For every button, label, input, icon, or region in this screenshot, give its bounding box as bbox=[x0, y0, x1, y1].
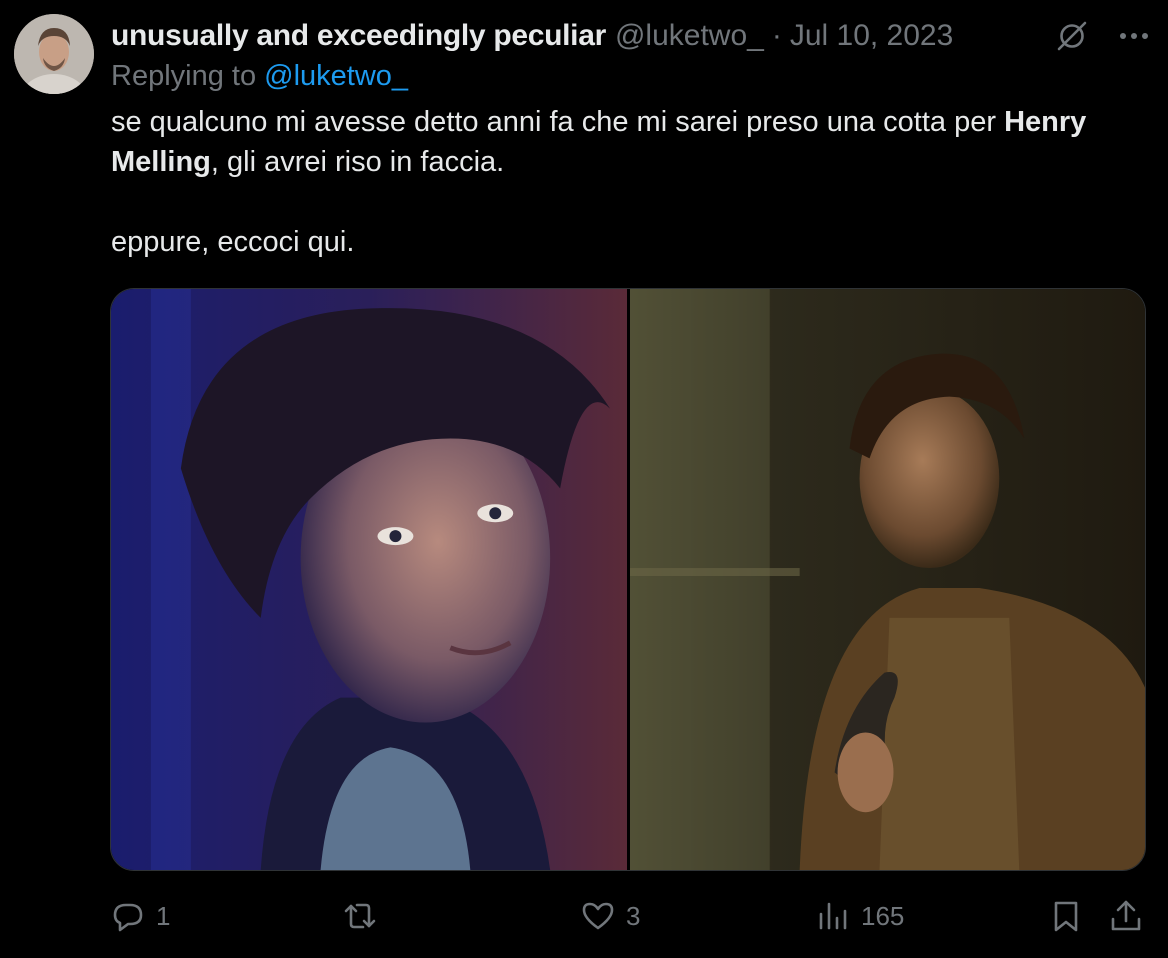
reply-button[interactable]: 1 bbox=[110, 894, 170, 938]
tweet: unusually and exceedingly peculiar @luke… bbox=[0, 0, 1168, 958]
more-dots-icon[interactable] bbox=[1114, 16, 1154, 56]
action-bar: 1 3 165 bbox=[110, 894, 1150, 938]
tweet-paragraph-2: eppure, eccoci qui. bbox=[111, 226, 355, 258]
tweet-header: unusually and exceedingly peculiar @luke… bbox=[111, 14, 953, 58]
photo-right[interactable] bbox=[630, 289, 1145, 870]
bookmark-icon bbox=[1054, 901, 1078, 932]
tweet-text: se qualcuno mi avesse detto anni fa che … bbox=[111, 102, 1151, 262]
tweet-paragraph-1: se qualcuno mi avesse detto anni fa che … bbox=[111, 102, 1151, 182]
separator-dot: · bbox=[771, 19, 782, 52]
bookmark-button[interactable] bbox=[1048, 894, 1084, 938]
text-before-name: se qualcuno mi avesse detto anni fa che … bbox=[111, 106, 1005, 138]
views-count: 165 bbox=[861, 900, 905, 931]
share-upload-icon bbox=[1111, 900, 1141, 931]
like-button[interactable]: 3 bbox=[580, 894, 640, 938]
retweet-button[interactable] bbox=[342, 894, 388, 938]
retweet-icon bbox=[344, 903, 376, 929]
avatar-image bbox=[14, 14, 94, 94]
reply-bubble-icon bbox=[113, 903, 143, 932]
share-button[interactable] bbox=[1108, 894, 1144, 938]
views-button[interactable]: 165 bbox=[815, 894, 904, 938]
media-grid bbox=[110, 288, 1146, 871]
views-bars-icon bbox=[819, 902, 847, 930]
like-count: 3 bbox=[626, 900, 641, 931]
handle[interactable]: @luketwo_ bbox=[615, 19, 764, 53]
slashed-circle-icon[interactable] bbox=[1052, 16, 1092, 56]
photo-left[interactable] bbox=[111, 289, 627, 870]
avatar[interactable] bbox=[14, 14, 94, 94]
top-right-controls bbox=[1052, 16, 1154, 56]
text-after-name: , gli avrei riso in faccia. bbox=[210, 146, 505, 178]
heart-icon bbox=[582, 902, 614, 930]
reply-mention-link[interactable]: @luketwo_ bbox=[264, 60, 408, 92]
reply-count: 1 bbox=[156, 900, 171, 931]
replying-to: Replying to @luketwo_ bbox=[111, 60, 408, 93]
replying-prefix: Replying to bbox=[111, 60, 265, 92]
tweet-date[interactable]: Jul 10, 2023 bbox=[790, 19, 953, 53]
display-name[interactable]: unusually and exceedingly peculiar bbox=[111, 19, 606, 53]
